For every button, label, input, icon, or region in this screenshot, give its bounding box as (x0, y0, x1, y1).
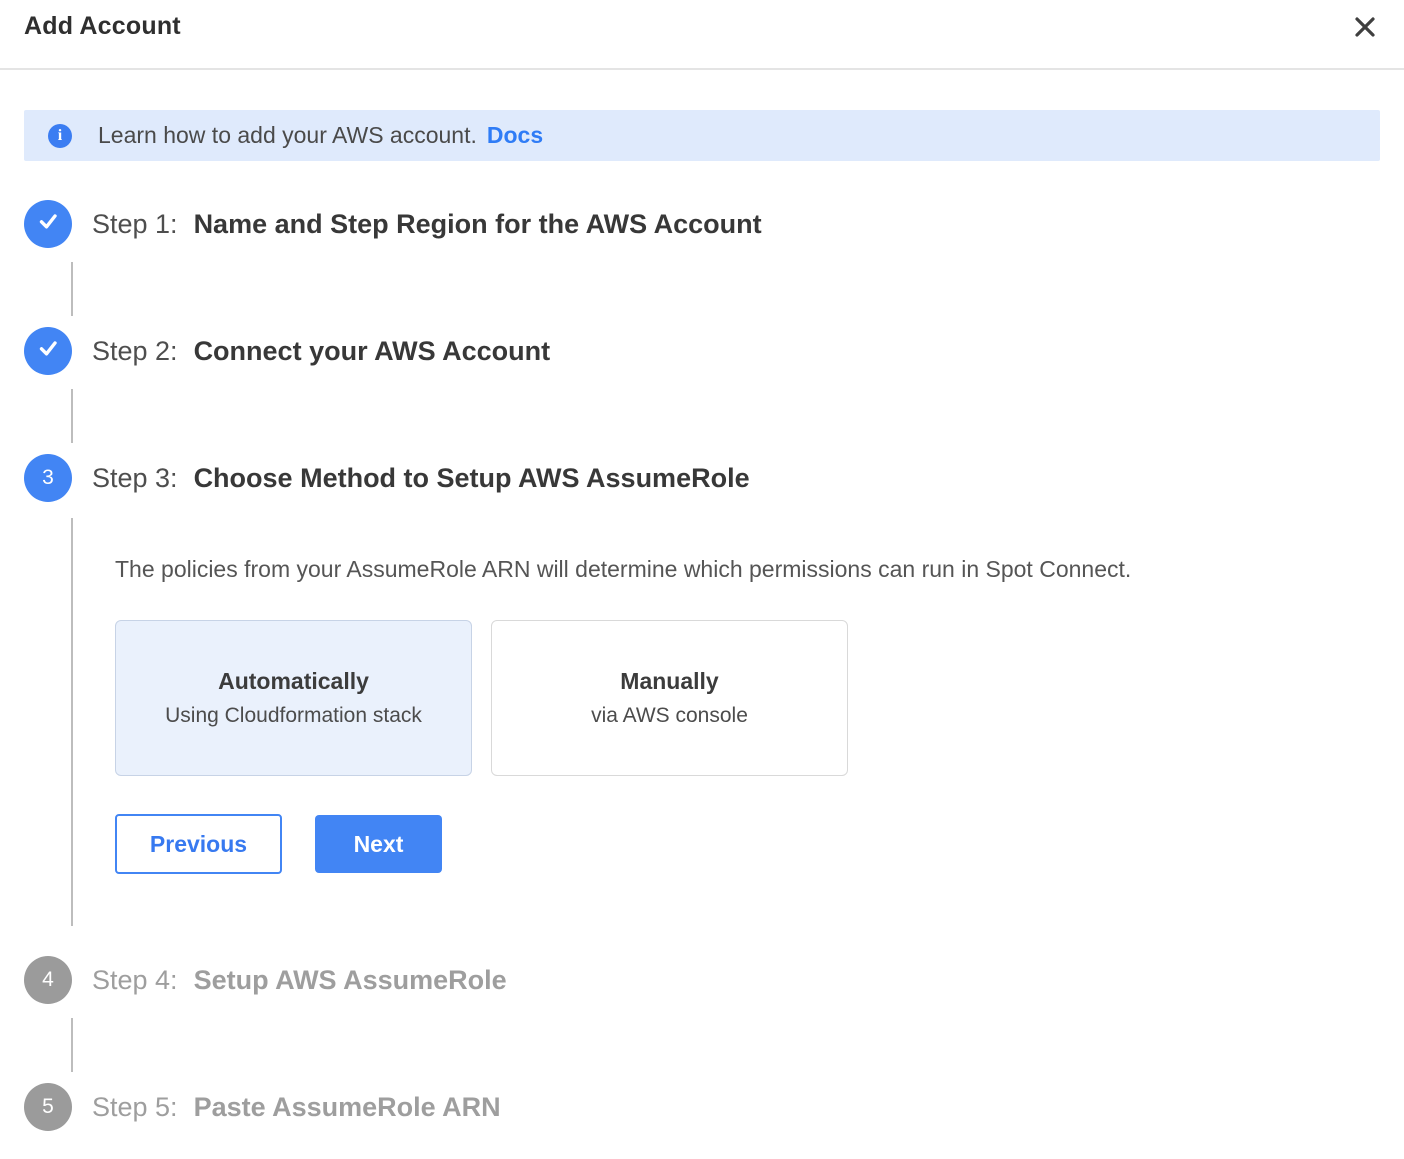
step-3-number-badge: 3 (24, 454, 72, 502)
close-button[interactable] (1352, 14, 1378, 40)
step-3-prefix: Step 3: (92, 463, 178, 493)
step-1-completed-badge (24, 200, 72, 248)
banner-text: Learn how to add your AWS account. (98, 122, 477, 149)
step-4-number-badge: 4 (24, 956, 72, 1004)
modal-header: Add Account (0, 0, 1404, 70)
step-4-label: Step 4: Setup AWS AssumeRole (92, 965, 507, 996)
option-subtitle: Using Cloudformation stack (165, 704, 422, 728)
step-3-content: The policies from your AssumeRole ARN wi… (71, 518, 1380, 926)
option-subtitle: via AWS console (591, 704, 748, 728)
step-row-3: 3 Step 3: Choose Method to Setup AWS Assu… (24, 454, 1380, 502)
step-2-completed-badge (24, 327, 72, 375)
next-button[interactable]: Next (315, 815, 442, 873)
step-4-prefix: Step 4: (92, 965, 178, 995)
wizard-nav-buttons: Previous Next (115, 814, 1380, 874)
check-icon (35, 208, 61, 240)
info-icon: i (48, 124, 72, 148)
steps-list: Step 1: Name and Step Region for the AWS … (0, 200, 1404, 1131)
step-5-prefix: Step 5: (92, 1092, 178, 1122)
step-1-title: Name and Step Region for the AWS Account (194, 209, 762, 239)
check-icon (35, 335, 61, 367)
page-title: Add Account (24, 12, 181, 41)
step-connector (71, 389, 73, 443)
step-5-label: Step 5: Paste AssumeRole ARN (92, 1092, 501, 1123)
info-banner: i Learn how to add your AWS account. Doc… (24, 110, 1380, 161)
option-title: Automatically (218, 668, 369, 695)
docs-link[interactable]: Docs (487, 122, 543, 149)
step-3-description: The policies from your AssumeRole ARN wi… (115, 556, 1380, 583)
step-5-title: Paste AssumeRole ARN (194, 1092, 501, 1122)
previous-button[interactable]: Previous (115, 814, 282, 874)
add-account-modal: Add Account i Learn how to add your AWS … (0, 0, 1404, 1159)
step-2-prefix: Step 2: (92, 336, 178, 366)
step-1-prefix: Step 1: (92, 209, 178, 239)
step-5-number-badge: 5 (24, 1083, 72, 1131)
step-row-5: 5 Step 5: Paste AssumeRole ARN (24, 1083, 1380, 1131)
step-row-1: Step 1: Name and Step Region for the AWS … (24, 200, 1380, 248)
option-title: Manually (620, 668, 718, 695)
step-3-label: Step 3: Choose Method to Setup AWS Assume… (92, 463, 750, 494)
step-connector (71, 1018, 73, 1072)
method-option-cards: Automatically Using Cloudformation stack… (115, 620, 1380, 776)
close-icon (1352, 28, 1378, 43)
step-row-4: 4 Step 4: Setup AWS AssumeRole (24, 956, 1380, 1004)
option-card-automatically[interactable]: Automatically Using Cloudformation stack (115, 620, 472, 776)
step-3-title: Choose Method to Setup AWS AssumeRole (194, 463, 750, 493)
step-row-2: Step 2: Connect your AWS Account (24, 327, 1380, 375)
step-connector (71, 262, 73, 316)
step-2-label: Step 2: Connect your AWS Account (92, 336, 550, 367)
step-4-title: Setup AWS AssumeRole (194, 965, 507, 995)
option-card-manually[interactable]: Manually via AWS console (491, 620, 848, 776)
step-2-title: Connect your AWS Account (194, 336, 551, 366)
step-1-label: Step 1: Name and Step Region for the AWS … (92, 209, 762, 240)
